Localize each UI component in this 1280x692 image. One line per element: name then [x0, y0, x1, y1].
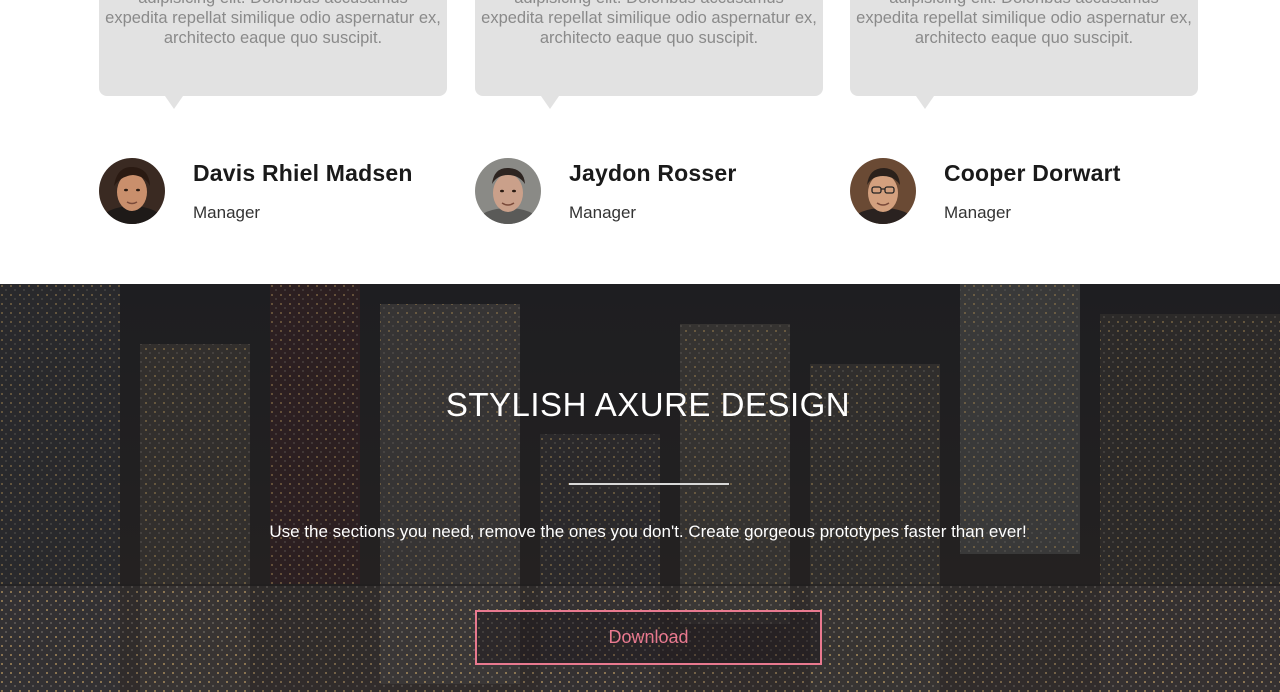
hero-title: STYLISH AXURE DESIGN: [445, 386, 851, 423]
quote-text: adipisicing elit. Doloribus accusamus ex…: [856, 0, 1192, 47]
download-button[interactable]: Download: [475, 610, 822, 665]
testimonial-card: adipisicing elit. Doloribus accusamus ex…: [475, 0, 823, 240]
hero-subtitle: Use the sections you need, remove the on…: [269, 522, 1027, 541]
avatar: [850, 158, 916, 224]
quote-bubble: adipisicing elit. Doloribus accusamus ex…: [475, 0, 823, 96]
avatar: [475, 158, 541, 224]
bubble-tail: [165, 96, 183, 109]
quote-text: adipisicing elit. Doloribus accusamus ex…: [481, 0, 817, 47]
testimonial-card: adipisicing elit. Doloribus accusamus ex…: [99, 0, 447, 240]
testimonial-card: adipisicing elit. Doloribus accusamus ex…: [850, 0, 1198, 240]
person-role: Manager: [193, 203, 261, 222]
avatar: [99, 158, 165, 224]
quote-bubble: adipisicing elit. Doloribus accusamus ex…: [850, 0, 1198, 96]
person-name: Cooper Dorwart: [944, 160, 1121, 186]
quote-bubble: adipisicing elit. Doloribus accusamus ex…: [99, 0, 447, 96]
hero-section: STYLISH AXURE DESIGN Use the sections yo…: [0, 284, 1280, 692]
quote-text: adipisicing elit. Doloribus accusamus ex…: [105, 0, 441, 47]
person-name: Davis Rhiel Madsen: [193, 160, 413, 186]
person-name: Jaydon Rosser: [569, 160, 737, 186]
bubble-tail: [916, 96, 934, 109]
divider: [569, 483, 729, 485]
person-role: Manager: [944, 203, 1012, 222]
bubble-tail: [541, 96, 559, 109]
person-role: Manager: [569, 203, 637, 222]
testimonials-section: adipisicing elit. Doloribus accusamus ex…: [0, 0, 1280, 284]
